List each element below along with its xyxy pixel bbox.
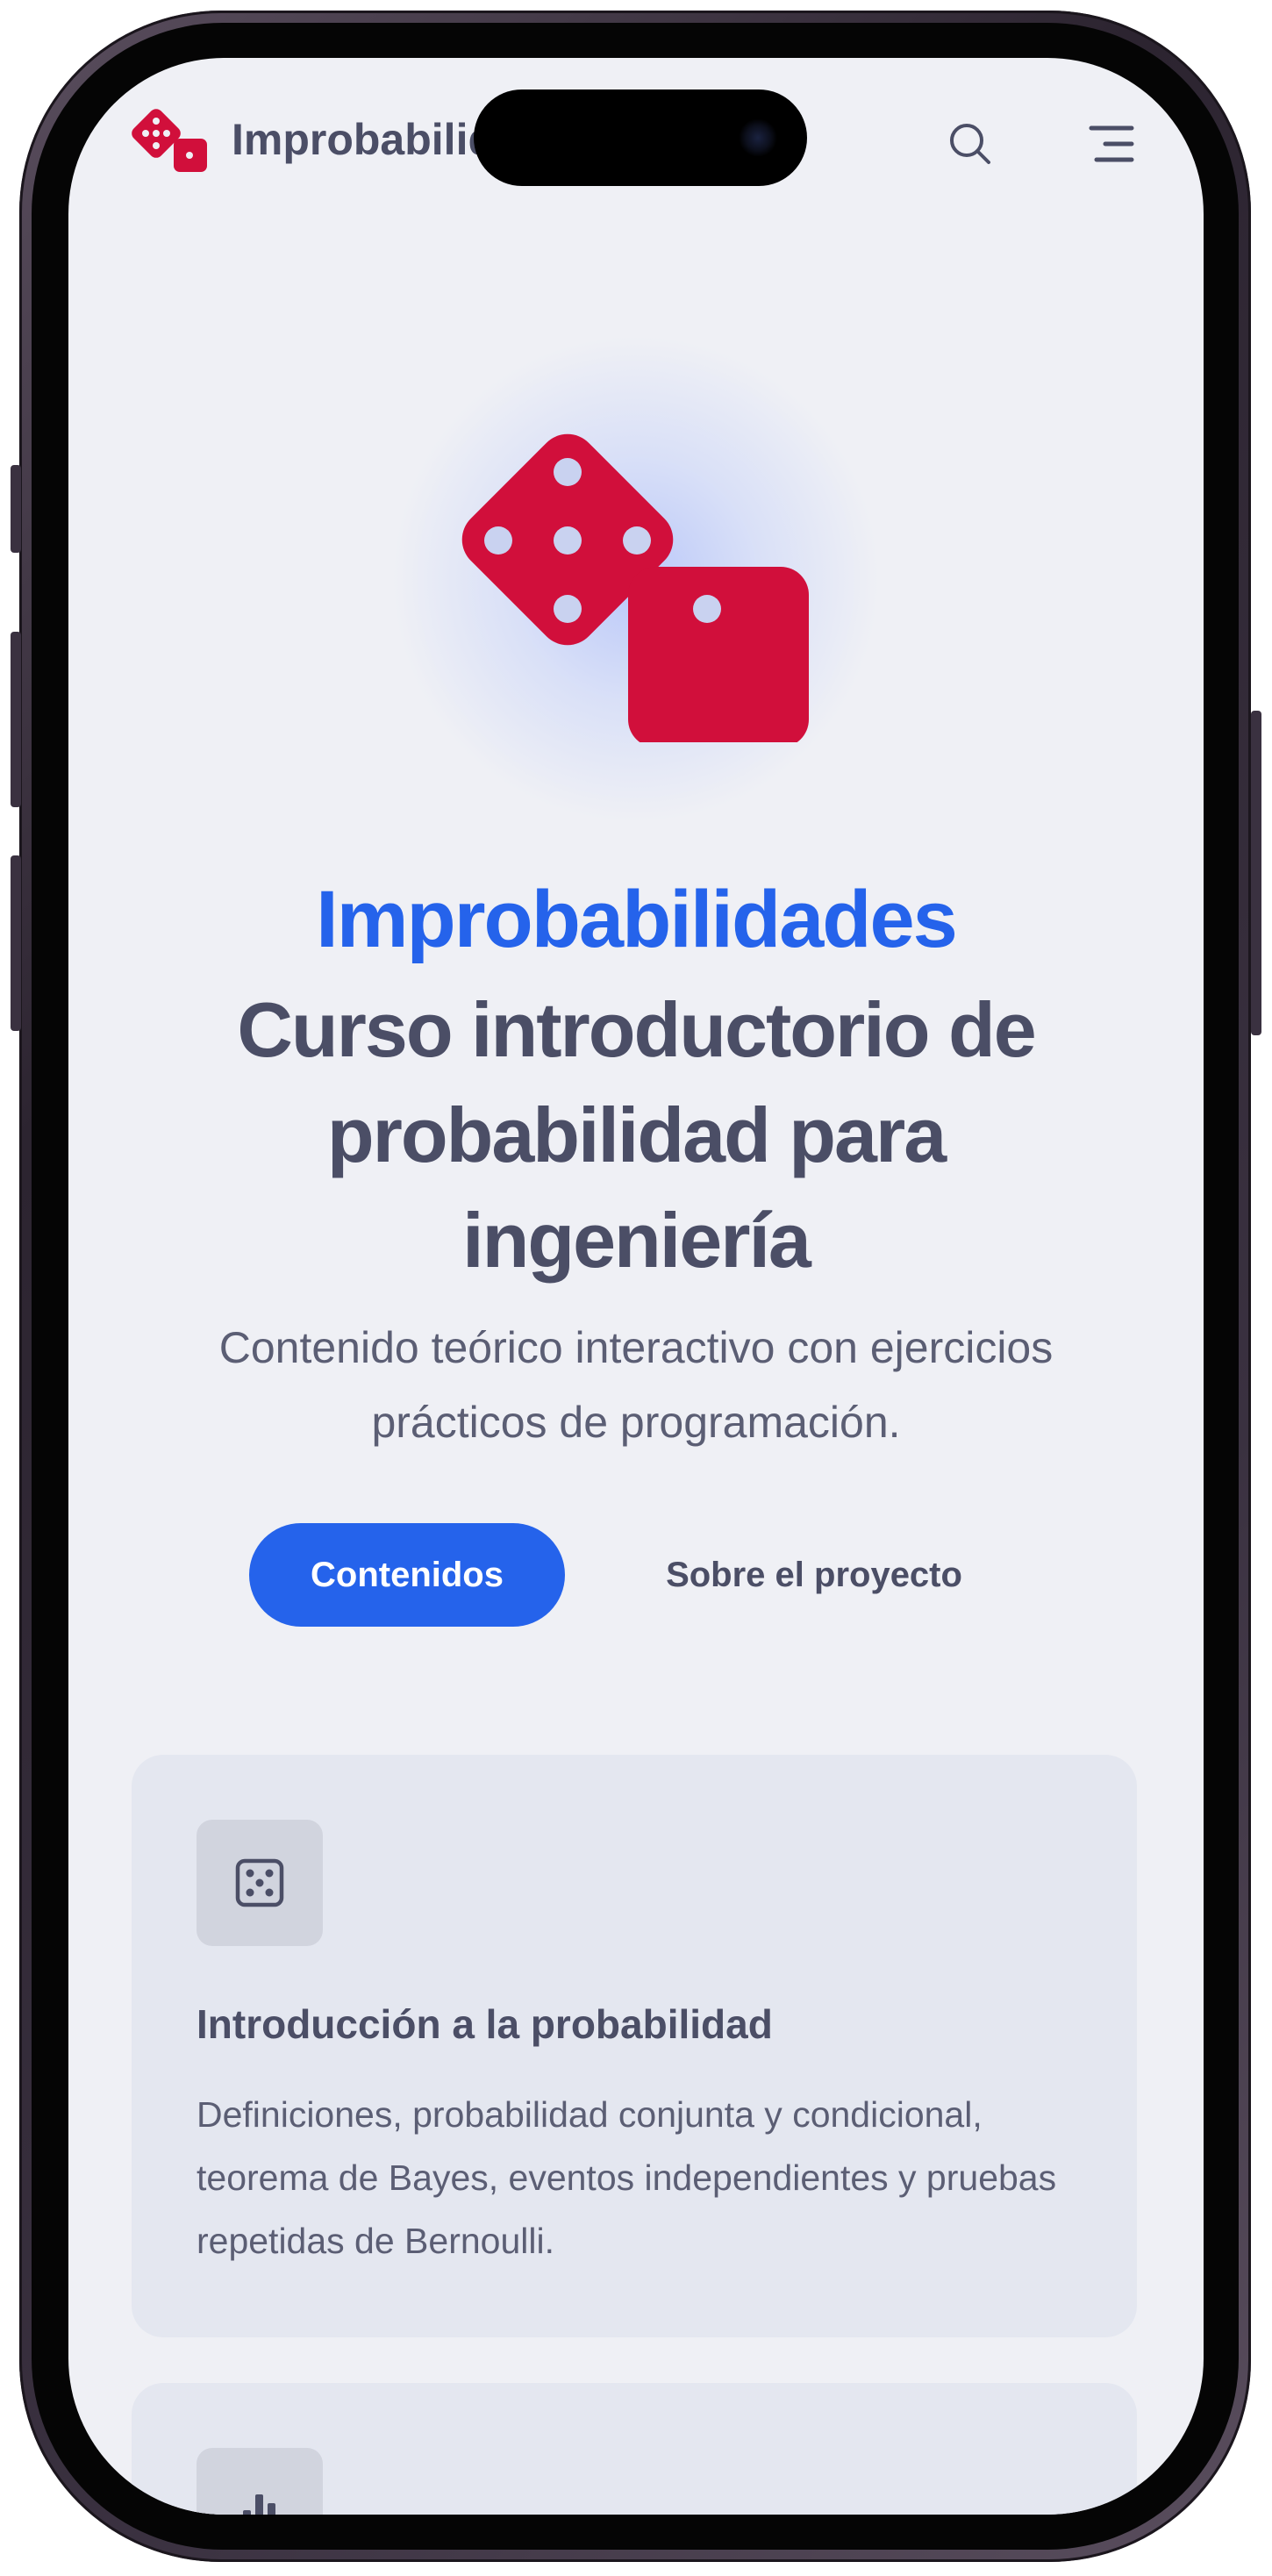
volume-down-button (11, 855, 21, 1031)
camera-icon (739, 118, 777, 157)
about-project-button[interactable]: Sobre el proyecto (630, 1523, 998, 1627)
contents-button[interactable]: Contenidos (249, 1523, 565, 1627)
site-name[interactable]: Improbabilidades (232, 114, 512, 165)
dynamic-island (474, 89, 807, 186)
hero-brand-title: Improbabilidades (316, 875, 958, 964)
dice-logo-icon[interactable] (130, 109, 211, 179)
dice-five-icon (235, 1858, 284, 1907)
bar-chart-icon (243, 2494, 275, 2515)
card-icon-container (197, 1820, 323, 1946)
hero-subtitle: Contenido teórico interactivo con ejerci… (218, 1323, 1054, 1447)
card-icon-container (197, 2448, 323, 2515)
card-intro-probability[interactable]: Introducción a la probabilidad Definicio… (132, 1755, 1137, 2337)
dice-illustration-icon (461, 433, 809, 742)
page-title: Curso introductorio de probabilidad para… (237, 986, 1036, 1284)
card-next-topic[interactable] (132, 2383, 1137, 2515)
menu-icon[interactable] (1088, 123, 1135, 165)
power-button (1251, 711, 1261, 1035)
search-icon[interactable] (946, 119, 993, 167)
volume-up-button (11, 632, 21, 807)
action-button (11, 465, 21, 553)
screen: Improbabilidades Improbabilidades Curso … (68, 58, 1204, 2515)
card-description: Definiciones, probabilidad conjunta y co… (197, 2094, 1057, 2261)
card-title: Introducción a la probabilidad (197, 2001, 773, 2047)
